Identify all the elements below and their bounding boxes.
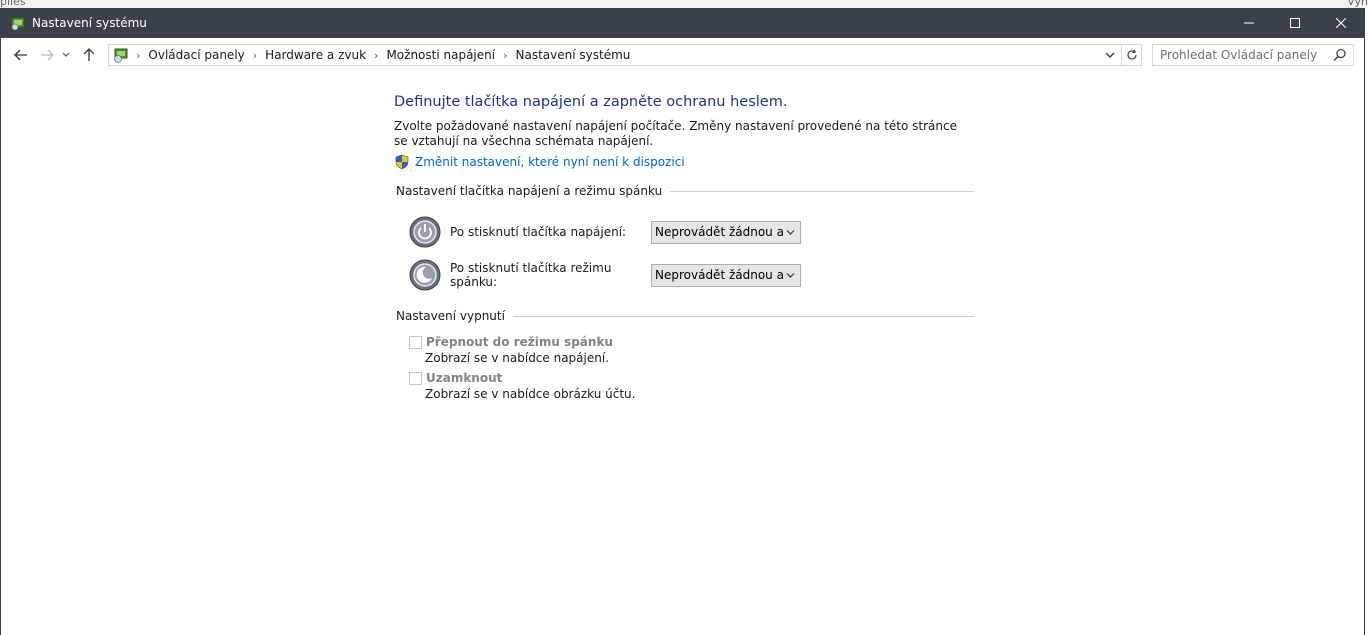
background-app-strip: piles Vyh (0, 0, 1368, 8)
page-description: Zvolte požadované nastavení napájení poč… (394, 119, 957, 148)
navigation-bar: › Ovládací panely › Hardware a zvuk › Mo… (1, 38, 1364, 72)
chevron-down-icon (786, 272, 795, 278)
arrow-left-icon (14, 49, 27, 61)
sleep-option-row: Přepnout do režimu spánku Zobrazí se v n… (409, 335, 974, 365)
background-search-text: Vyh (1347, 0, 1368, 8)
control-panel-window: Nastavení systému › Ovládací panely › Ha… (0, 8, 1365, 635)
change-settings-link[interactable]: Změnit nastavení, které nyní není k disp… (415, 155, 685, 169)
breadcrumb-item-hardware-sound[interactable]: Hardware a zvuk (265, 48, 366, 62)
lock-option-description: Zobrazí se v nabídce obrázku účtu. (425, 387, 636, 401)
minimize-button[interactable] (1226, 8, 1272, 38)
control-panel-icon (11, 17, 25, 31)
sleep-button-setting-row: Po stisknutí tlačítka režimu spánku: Nep… (409, 257, 974, 293)
up-button[interactable] (77, 43, 101, 67)
shutdown-group-title: Nastavení vypnutí (394, 309, 974, 323)
refresh-icon (1126, 49, 1137, 60)
window-controls (1226, 8, 1364, 38)
breadcrumb-separator[interactable]: › (503, 49, 507, 62)
search-input[interactable] (1160, 48, 1330, 62)
close-icon (1336, 18, 1346, 28)
shutdown-group-label: Nastavení vypnutí (396, 309, 505, 323)
power-button-action-value: Neprovádět žádnou akci (655, 225, 783, 239)
power-button-label: Po stisknutí tlačítka napájení: (450, 225, 627, 239)
chevron-down-icon (62, 52, 70, 57)
arrow-up-icon (83, 48, 95, 61)
breadcrumb-item-system-settings[interactable]: Nastavení systému (516, 48, 631, 62)
breadcrumb-separator[interactable]: › (374, 49, 378, 62)
breadcrumb-item-power-options[interactable]: Možnosti napájení (386, 48, 495, 62)
lock-option-row: Uzamknout Zobrazí se v nabídce obrázku ú… (409, 371, 974, 401)
sleep-option-description: Zobrazí se v nabídce napájení. (425, 351, 610, 365)
lock-option-label: Uzamknout (426, 371, 503, 385)
back-button[interactable] (9, 43, 33, 67)
breadcrumb-item-control-panel[interactable]: Ovládací panely (148, 48, 244, 62)
power-buttons-group-title: Nastavení tlačítka napájení a režimu spá… (394, 184, 974, 198)
change-settings-row[interactable]: Změnit nastavení, které nyní není k disp… (394, 154, 974, 170)
close-button[interactable] (1318, 8, 1364, 38)
group-divider (670, 191, 974, 192)
minimize-icon (1244, 22, 1254, 24)
background-toolbar: Vyh (1347, 0, 1368, 8)
uac-shield-icon (395, 154, 409, 170)
forward-button[interactable] (35, 43, 59, 67)
breadcrumb-separator: › (136, 48, 141, 62)
sleep-button-action-select[interactable]: Neprovádět žádnou akci (651, 263, 801, 287)
arrow-right-icon (41, 49, 54, 61)
breadcrumb-separator[interactable]: › (253, 49, 257, 62)
chevron-down-icon (786, 229, 795, 235)
sleep-button-action-value: Neprovádět žádnou akci (655, 268, 783, 282)
recent-locations-button[interactable] (59, 43, 73, 67)
sleep-button-label: Po stisknutí tlačítka režimu spánku: (450, 261, 612, 289)
control-panel-icon (114, 48, 128, 63)
power-button-icon (409, 216, 441, 248)
search-icon[interactable] (1333, 48, 1347, 62)
background-text: piles (0, 0, 26, 8)
address-bar[interactable]: › Ovládací panely › Hardware a zvuk › Mo… (108, 44, 1142, 66)
search-box[interactable] (1152, 44, 1354, 66)
power-button-action-select[interactable]: Neprovádět žádnou akci (651, 220, 801, 244)
title-bar: Nastavení systému (1, 8, 1364, 38)
main-content: Definujte tlačítka napájení a zapněte oc… (394, 94, 974, 401)
power-button-setting-row: Po stisknutí tlačítka napájení: Neprovád… (409, 214, 974, 250)
sleep-button-icon (409, 259, 441, 291)
sleep-option-label: Přepnout do režimu spánku (426, 335, 613, 349)
refresh-button[interactable] (1121, 45, 1141, 65)
sleep-option-checkbox[interactable] (409, 335, 422, 349)
page-title: Definujte tlačítka napájení a zapněte oc… (394, 94, 788, 110)
group-divider (512, 316, 974, 317)
window-title: Nastavení systému (32, 16, 147, 30)
address-dropdown-icon[interactable] (1103, 48, 1117, 62)
lock-option-checkbox[interactable] (409, 371, 422, 385)
maximize-icon (1290, 18, 1300, 28)
power-buttons-group-label: Nastavení tlačítka napájení a režimu spá… (396, 184, 663, 198)
maximize-button[interactable] (1272, 8, 1318, 38)
